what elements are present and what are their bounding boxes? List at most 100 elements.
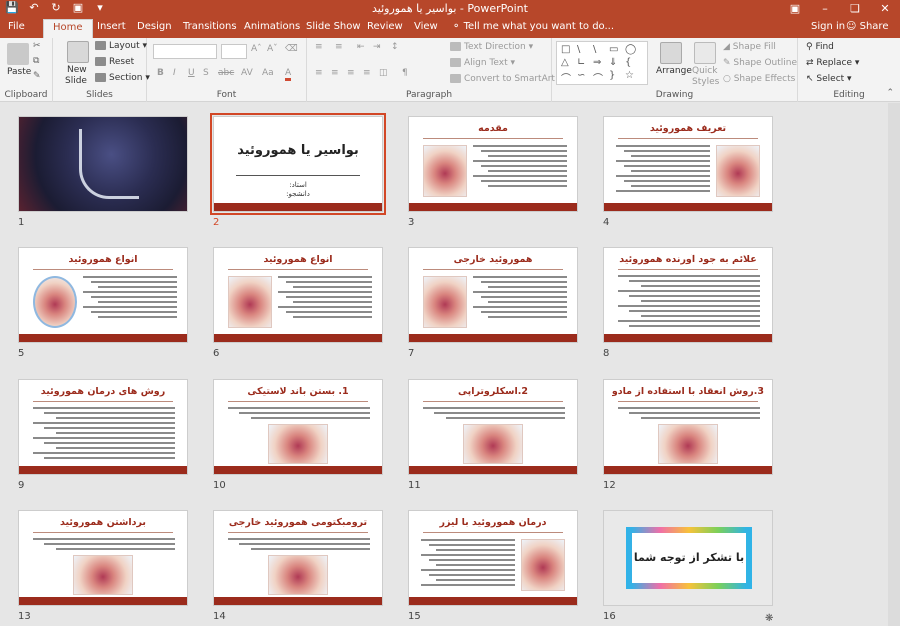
quick-styles-button-line2[interactable]: Styles [692, 77, 719, 87]
star-shape-icon[interactable]: ☆ [625, 70, 634, 81]
slide-thumbnail[interactable]: انواع هموروئید [18, 247, 188, 343]
replace-button[interactable]: ⇄ Replace ▾ [806, 58, 859, 68]
clear-format-icon[interactable]: ⌫ [285, 44, 298, 54]
slide-thumbnail[interactable]: با تشکر از توجه شما [603, 510, 773, 606]
paragraph-direction-icon[interactable]: ¶ [402, 68, 408, 78]
close-icon[interactable]: ✕ [870, 0, 900, 18]
vertical-scrollbar[interactable] [888, 103, 900, 626]
text-direction-button[interactable]: Text Direction ▾ [450, 42, 533, 52]
line-spacing-icon[interactable]: ↕ [391, 42, 399, 52]
arrange-button[interactable]: Arrange [656, 66, 692, 76]
paste-icon[interactable] [7, 43, 29, 65]
slide-thumbnail[interactable]: روش های درمان هموروئید [18, 379, 188, 475]
font-color-button[interactable]: A [285, 68, 292, 81]
tab-insert[interactable]: Insert [97, 21, 126, 32]
line-shape-icon[interactable]: \ [577, 44, 580, 55]
find-button[interactable]: ⚲ Find [806, 42, 834, 52]
tab-view[interactable]: View [414, 21, 438, 32]
cut-icon[interactable]: ✂ [33, 41, 41, 51]
slide-thumbnail[interactable]: هموروئید خارجی [408, 247, 578, 343]
new-slide-icon[interactable] [67, 41, 89, 63]
arrow2-shape-icon[interactable]: ⇓ [609, 57, 617, 68]
char-spacing-button[interactable]: AV [241, 68, 253, 78]
justify-icon[interactable]: ≡ [363, 68, 371, 78]
shadow-button[interactable]: S [203, 68, 209, 78]
slide-number: 7 [408, 348, 415, 359]
restore-icon[interactable]: ❏ [840, 0, 870, 18]
shape-fill-button[interactable]: ◢ Shape Fill [723, 42, 776, 52]
font-size-input[interactable] [221, 44, 247, 59]
strikethrough-button[interactable]: abc [218, 68, 234, 78]
shape-outline-button[interactable]: ✎ Shape Outline [723, 58, 797, 68]
quick-styles-button[interactable]: Quick [692, 66, 717, 76]
slide-thumbnail[interactable]: ترومبکتومی هموروئید خارجی [213, 510, 383, 606]
collapse-ribbon-icon[interactable]: ⌃ [886, 88, 894, 98]
format-painter-icon[interactable]: ✎ [33, 71, 41, 81]
brace-shape-icon[interactable]: { [625, 57, 631, 68]
shapes-gallery[interactable]: □ \ \ ▭ ◯ △ ∟ ⇒ ⇓ { ⌒ ∽ ⌒ } ☆ [556, 41, 648, 85]
quick-styles-icon[interactable] [694, 42, 716, 64]
paste-button[interactable]: Paste [7, 67, 31, 77]
line2-shape-icon[interactable]: \ [593, 44, 596, 55]
select-button[interactable]: ↖ Select ▾ [806, 74, 852, 84]
slide-thumbnail[interactable]: تعریف هموروئید [603, 116, 773, 212]
change-case-button[interactable]: Aa [262, 68, 274, 78]
tab-slide-show[interactable]: Slide Show [306, 21, 361, 32]
ribbon-display-icon[interactable]: ▣ [780, 0, 810, 18]
slide-thumbnail[interactable] [18, 116, 188, 212]
tab-design[interactable]: Design [137, 21, 172, 32]
freeform-shape-icon[interactable]: ∽ [577, 70, 585, 81]
decrease-indent-icon[interactable]: ⇤ [357, 42, 365, 52]
arrow-shape-icon[interactable]: ⇒ [593, 57, 601, 68]
reset-button[interactable]: Reset [95, 57, 134, 67]
tab-file[interactable]: File [8, 21, 25, 32]
underline-button[interactable]: U [188, 68, 195, 78]
numbering-icon[interactable]: ≡ [335, 42, 343, 52]
curve-shape-icon[interactable]: ⌒ [561, 70, 571, 85]
copy-icon[interactable]: ⧉ [33, 56, 39, 66]
bullets-icon[interactable]: ≡ [315, 42, 323, 52]
slide-thumbnail[interactable]: علائم به جود آورنده هموروئید [603, 247, 773, 343]
slide-thumbnail[interactable]: مقدمه [408, 116, 578, 212]
minimize-icon[interactable]: – [810, 0, 840, 18]
tell-me-box[interactable]: ⚬ Tell me what you want to do... [452, 21, 614, 32]
smartart-button[interactable]: Convert to SmartArt ▾ [450, 74, 562, 84]
new-slide-button-line2[interactable]: Slide [65, 76, 87, 86]
shrink-font-icon[interactable]: Aˇ [267, 44, 278, 54]
slide-thumbnail[interactable]: 2.اسکلروتراپی [408, 379, 578, 475]
tab-review[interactable]: Review [367, 21, 403, 32]
tab-home[interactable]: Home [43, 19, 93, 38]
new-slide-button[interactable]: New [67, 65, 87, 75]
arrange-icon[interactable] [660, 42, 682, 64]
tab-animations[interactable]: Animations [244, 21, 300, 32]
oval-shape-icon[interactable]: ◯ [625, 44, 636, 55]
columns-icon[interactable]: ◫ [379, 68, 388, 78]
brace2-shape-icon[interactable]: } [609, 70, 615, 81]
increase-indent-icon[interactable]: ⇥ [373, 42, 381, 52]
tab-transitions[interactable]: Transitions [183, 21, 237, 32]
section-button[interactable]: Section ▾ [95, 73, 150, 83]
slide-thumbnail[interactable]: برداشتن هموروئید [18, 510, 188, 606]
slide-thumbnail[interactable]: 1. بستن باند لاستیکی [213, 379, 383, 475]
rectangle-shape-icon[interactable]: ▭ [609, 44, 618, 55]
triangle-shape-icon[interactable]: △ [561, 57, 569, 68]
slide-thumbnail[interactable]: درمان هموروئید با لیزر [408, 510, 578, 606]
arc-shape-icon[interactable]: ⌒ [593, 70, 603, 85]
bold-button[interactable]: B [157, 68, 164, 78]
share-button[interactable]: ☺ Share [846, 21, 888, 32]
layout-button[interactable]: Layout ▾ [95, 41, 147, 51]
slide-thumbnail[interactable]: 3.روش انعقاد با استفاده از مادون قرمز [603, 379, 773, 475]
align-left-icon[interactable]: ≡ [315, 68, 323, 78]
shape-effects-button[interactable]: ○ Shape Effects [723, 74, 795, 84]
slide-thumbnail[interactable]: انواع هموروئید [213, 247, 383, 343]
textbox-shape-icon[interactable]: □ [561, 44, 570, 55]
font-name-input[interactable] [153, 44, 217, 59]
align-right-icon[interactable]: ≡ [347, 68, 355, 78]
slide-thumbnail[interactable]: بواسیر یا هموروئید استاد: دانشجو: [210, 113, 386, 215]
sign-in-link[interactable]: Sign in [811, 21, 845, 32]
align-text-button[interactable]: Align Text ▾ [450, 58, 515, 68]
align-center-icon[interactable]: ≡ [331, 68, 339, 78]
grow-font-icon[interactable]: Aˆ [251, 44, 262, 54]
elbow-shape-icon[interactable]: ∟ [577, 57, 585, 68]
italic-button[interactable]: I [173, 68, 176, 78]
